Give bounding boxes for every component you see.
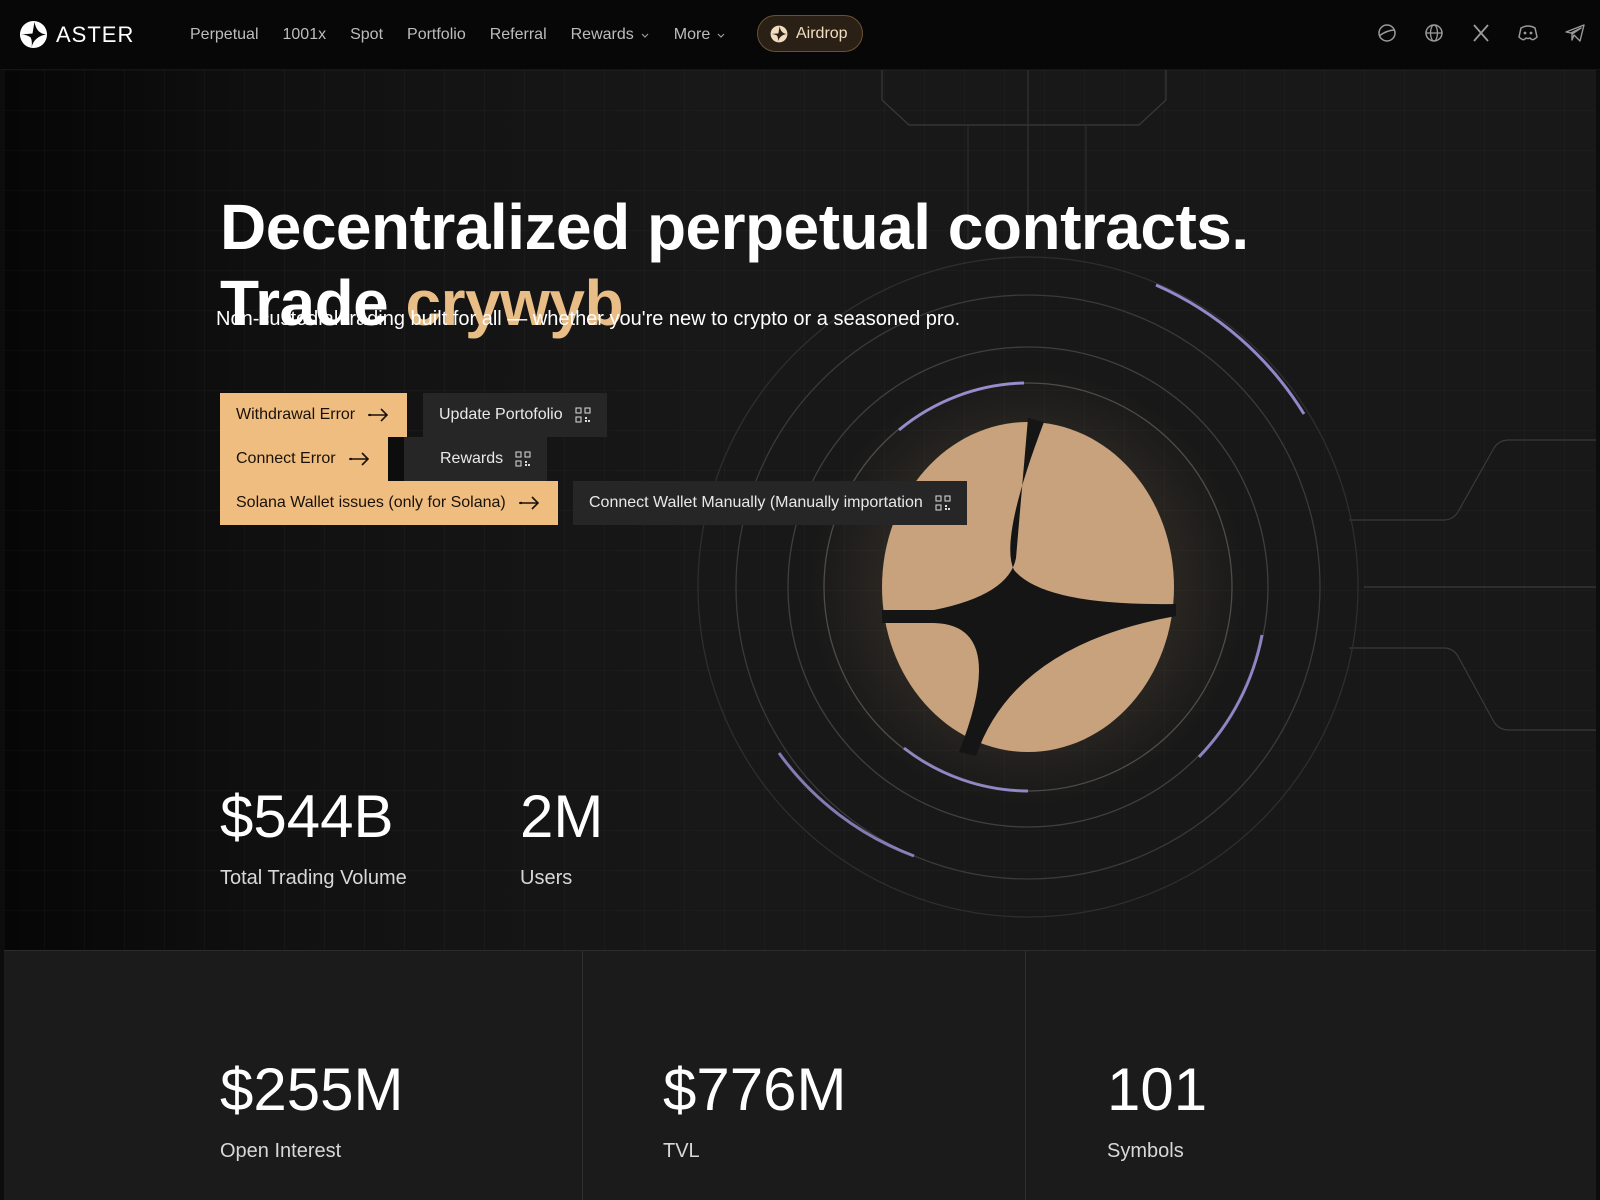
top-navbar: ASTER Perpetual 1001x Spot Portfolio Ref… bbox=[0, 0, 1600, 70]
update-portfolio-label: Update Portofolio bbox=[439, 406, 563, 423]
nav-1001x[interactable]: 1001x bbox=[283, 26, 327, 44]
total-volume-value: $544B bbox=[220, 783, 394, 850]
hero-subtitle: Non-custodial trading built for all — wh… bbox=[216, 308, 961, 330]
headline-line-1: Decentralized perpetual contracts. bbox=[220, 191, 1249, 263]
arrow-right-icon bbox=[518, 496, 539, 510]
solana-wallet-issues-button[interactable]: Solana Wallet issues (only for Solana) bbox=[220, 481, 558, 525]
nav-portfolio[interactable]: Portfolio bbox=[407, 26, 466, 44]
discord-icon[interactable] bbox=[1517, 22, 1539, 44]
connect-error-button[interactable]: Connect Error bbox=[220, 437, 388, 481]
total-volume-label: Total Trading Volume bbox=[220, 867, 407, 889]
nav-spot-label: Spot bbox=[350, 26, 384, 43]
nav-perpetual[interactable]: Perpetual bbox=[190, 26, 259, 44]
tvl-label: TVL bbox=[663, 1140, 700, 1162]
x-icon[interactable] bbox=[1470, 22, 1492, 44]
chevron-down-icon bbox=[717, 33, 725, 38]
qr-code-icon bbox=[515, 451, 531, 467]
nav-referral[interactable]: Referral bbox=[490, 26, 547, 44]
tvl-value: $776M bbox=[663, 1056, 847, 1123]
aster-logo-icon bbox=[770, 25, 788, 42]
qr-code-icon bbox=[575, 407, 591, 423]
nav-perpetual-label: Perpetual bbox=[190, 26, 259, 43]
nav-1001x-label: 1001x bbox=[282, 26, 327, 43]
brand-logo[interactable]: ASTER bbox=[19, 20, 134, 49]
metrics-divider bbox=[582, 951, 583, 1200]
nav-spot[interactable]: Spot bbox=[350, 26, 383, 44]
button-gap bbox=[388, 437, 404, 481]
nav-more-label: More bbox=[673, 26, 711, 43]
telegram-icon[interactable] bbox=[1564, 22, 1586, 44]
update-portfolio-button[interactable]: Update Portofolio bbox=[423, 393, 607, 437]
aster-logo-icon bbox=[19, 20, 48, 49]
airdrop-button[interactable]: Airdrop bbox=[757, 15, 863, 52]
nav-rewards-dropdown[interactable]: Rewards bbox=[571, 26, 650, 44]
social-links bbox=[1376, 22, 1586, 44]
metrics-divider bbox=[1025, 951, 1026, 1200]
solana-wallet-issues-label: Solana Wallet issues (only for Solana) bbox=[236, 494, 506, 511]
connect-wallet-manually-button[interactable]: Connect Wallet Manually (Manually import… bbox=[573, 481, 967, 525]
brand-name: ASTER bbox=[56, 21, 135, 47]
arrow-right-icon bbox=[368, 408, 389, 422]
open-interest-label: Open Interest bbox=[220, 1140, 342, 1162]
rewards-button[interactable]: Rewards bbox=[404, 437, 548, 481]
main-nav: Perpetual 1001x Spot Portfolio Referral … bbox=[190, 0, 750, 70]
users-value: 2M bbox=[520, 783, 604, 850]
nav-referral-label: Referral bbox=[489, 26, 547, 43]
rewards-label: Rewards bbox=[440, 450, 504, 467]
users-label: Users bbox=[520, 867, 573, 889]
nav-portfolio-label: Portfolio bbox=[407, 26, 466, 43]
qr-code-icon bbox=[935, 495, 951, 511]
symbols-label: Symbols bbox=[1107, 1140, 1184, 1162]
nav-more-dropdown[interactable]: More bbox=[674, 26, 726, 44]
withdrawal-error-label: Withdrawal Error bbox=[236, 406, 356, 423]
open-interest-value: $255M bbox=[220, 1056, 404, 1123]
connect-wallet-manually-label: Connect Wallet Manually (Manually import… bbox=[589, 494, 923, 511]
nav-rewards-label: Rewards bbox=[570, 26, 634, 43]
symbols-value: 101 bbox=[1107, 1056, 1208, 1123]
arrow-right-icon bbox=[348, 452, 369, 466]
planet-icon[interactable] bbox=[1376, 22, 1398, 44]
chevron-down-icon bbox=[641, 33, 649, 38]
airdrop-label: Airdrop bbox=[796, 24, 848, 42]
withdrawal-error-button[interactable]: Withdrawal Error bbox=[220, 393, 408, 437]
globe-icon[interactable] bbox=[1423, 22, 1445, 44]
connect-error-label: Connect Error bbox=[236, 450, 336, 467]
